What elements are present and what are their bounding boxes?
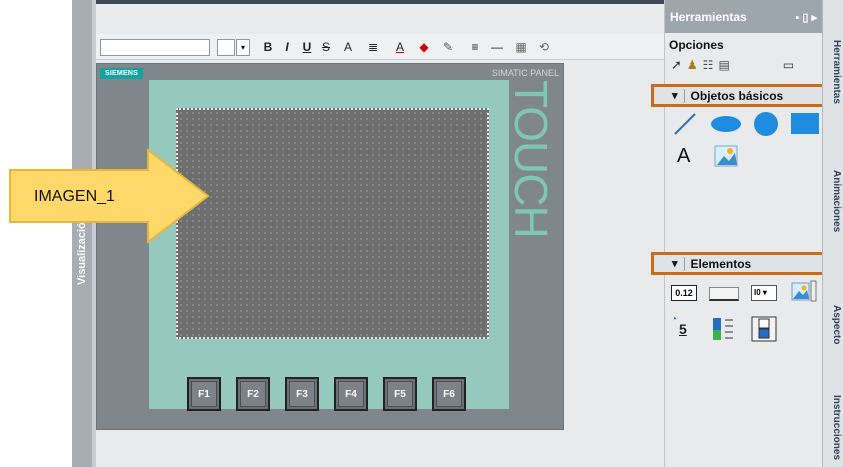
pane-controls-icon[interactable]: ▪ ▯ ▸ <box>795 11 817 24</box>
clock-glyph: ◔ <box>671 314 678 325</box>
strikethrough-button[interactable]: S <box>320 38 332 56</box>
section-label: Elementos <box>690 256 752 271</box>
function-key-f6[interactable]: F6 <box>432 377 466 411</box>
editor-top-line <box>96 0 664 4</box>
tools-title: Herramientas <box>670 9 747 24</box>
rectangle-tool-icon <box>791 113 819 134</box>
section-label: Objetos básicos <box>690 88 784 103</box>
list-view-icon[interactable]: ▤ <box>718 58 729 72</box>
line-tool-icon <box>674 113 696 135</box>
chevron-down-icon: ▾ <box>672 90 678 102</box>
clock-icon[interactable]: ◔ 5 <box>671 314 697 340</box>
section-separator <box>683 256 685 271</box>
side-tab-animaciones[interactable]: Animaciones <box>825 170 842 270</box>
function-key-label: F6 <box>436 381 462 407</box>
button-element-icon[interactable] <box>709 287 739 301</box>
callout-label: IMAGEN_1 <box>34 188 115 205</box>
text-tool-icon[interactable]: A <box>677 145 690 168</box>
function-key-label: F2 <box>240 381 266 407</box>
clock-value: 5 <box>679 321 687 337</box>
simatic-panel-label: SIMATIC PANEL <box>491 68 559 78</box>
side-tab-aspecto[interactable]: Aspecto <box>825 305 842 385</box>
function-key-label: F4 <box>338 381 364 407</box>
function-keys: F1 F2 F3 F4 F5 F6 <box>187 377 466 411</box>
section-separator <box>683 88 685 103</box>
font-family-field[interactable] <box>100 39 210 56</box>
line-color-icon[interactable]: ✎ <box>440 38 456 56</box>
graphic-view-icon[interactable] <box>791 280 817 302</box>
touch-label: TOUCH <box>505 80 557 238</box>
font-color-button[interactable]: A <box>393 38 407 56</box>
options-label: Opciones <box>669 38 724 52</box>
grid-icon[interactable]: ▦ <box>514 38 528 56</box>
select-pointer-icon[interactable]: ➚ <box>671 57 682 73</box>
dropdown-element-icon[interactable]: I0 ▾ <box>751 285 777 301</box>
function-key-f5[interactable]: F5 <box>383 377 417 411</box>
basic-objects-palette <box>674 112 819 167</box>
function-key-f2[interactable]: F2 <box>236 377 270 411</box>
line-style-button[interactable]: ≡ <box>468 38 482 56</box>
line-width-button[interactable]: — <box>490 38 504 56</box>
dropdown-element-text: I0 <box>754 288 761 297</box>
chevron-down-icon: ▾ <box>672 258 678 270</box>
bold-button[interactable]: B <box>262 38 274 56</box>
function-key-f1[interactable]: F1 <box>187 377 221 411</box>
function-key-f3[interactable]: F3 <box>285 377 319 411</box>
italic-button[interactable]: I <box>281 38 293 56</box>
tools-header: Herramientas ▪ ▯ ▸ <box>665 0 823 33</box>
panel-toggle-icon[interactable]: ▭ <box>783 58 794 72</box>
font-size-dropdown[interactable]: ▾ <box>236 39 250 56</box>
switch-element-icon[interactable] <box>751 316 777 342</box>
section-objetos-basicos[interactable]: ▾ Objetos básicos <box>651 84 827 107</box>
function-key-f4[interactable]: F4 <box>334 377 368 411</box>
rotate-icon[interactable]: ⟲ <box>536 38 552 56</box>
side-tab-herramientas[interactable]: Herramientas <box>825 40 842 150</box>
siemens-logo: SIEMENS <box>100 68 143 79</box>
ellipse-tool-icon <box>711 116 741 132</box>
io-field-icon[interactable]: 0.12 <box>671 285 697 301</box>
function-key-label: F1 <box>191 381 217 407</box>
format-toolbar: ▾ B I U S A ≣ A ◆ ✎ ≡ — ▦ ⟲ <box>96 34 664 60</box>
section-elementos[interactable]: ▾ Elementos <box>651 252 827 275</box>
bar-element-icon[interactable] <box>711 316 737 342</box>
circle-tool-icon <box>754 112 778 136</box>
function-key-label: F5 <box>387 381 413 407</box>
side-tab-instrucciones[interactable]: Instrucciones <box>825 395 842 467</box>
options-toolbar: ➚ ♟ ☷ ▤ ▭ <box>671 56 821 74</box>
fill-color-icon[interactable]: ◆ <box>416 38 432 56</box>
person-icon[interactable]: ♟ <box>687 58 698 72</box>
hmi-screen[interactable] <box>176 108 489 339</box>
hmi-panel: SIEMENS SIMATIC PANEL TOUCH F1 F2 F3 F4 … <box>96 63 564 430</box>
font-grow-button[interactable]: A <box>341 38 355 56</box>
side-tabs: Herramientas Animaciones Aspecto Instruc… <box>822 0 843 467</box>
function-key-label: F3 <box>289 381 315 407</box>
tia-portal-screen: Visualización ▾ B I U S A ≣ A ◆ ✎ ≡ — ▦ … <box>0 0 843 467</box>
tools-pane: Herramientas ▪ ▯ ▸ Opciones ➚ ♟ ☷ ▤ ▭ ▾ … <box>651 0 827 467</box>
font-size-field[interactable] <box>217 39 235 56</box>
underline-button[interactable]: U <box>301 38 313 56</box>
align-icon[interactable]: ≣ <box>365 38 381 56</box>
tree-view-icon[interactable]: ☷ <box>703 58 714 72</box>
